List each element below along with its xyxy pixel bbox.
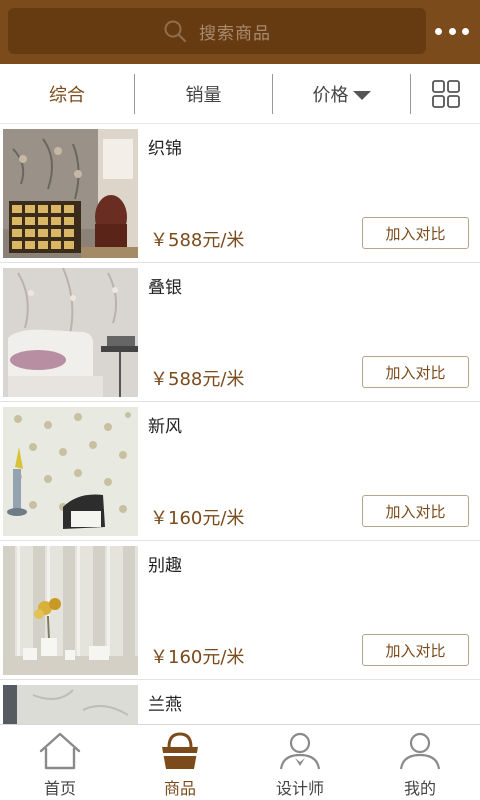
product-price: ￥160元/米	[150, 647, 245, 668]
product-name: 兰燕	[148, 695, 182, 715]
search-icon	[164, 20, 187, 43]
product-item[interactable]: 别趣 ￥160元/米 加入对比	[0, 541, 480, 680]
add-to-compare-button[interactable]: 加入对比	[362, 217, 469, 249]
tab-label: 我的	[403, 779, 436, 798]
product-item[interactable]: 叠银 ￥588元/米 加入对比	[0, 263, 480, 402]
sort-tab-comprehensive[interactable]: 综合	[0, 64, 134, 124]
more-dots-icon	[435, 27, 442, 35]
product-name: 叠银	[148, 278, 182, 298]
product-name: 别趣	[148, 556, 182, 576]
home-icon	[39, 732, 81, 770]
tab-home[interactable]: 首页	[0, 725, 120, 800]
tab-mine[interactable]: 我的	[360, 725, 480, 800]
search-placeholder: 搜索商品	[199, 23, 271, 44]
product-price: ￥588元/米	[150, 230, 245, 251]
tab-products[interactable]: 商品	[120, 725, 240, 800]
bottom-tab-bar: 首页 商品 设计师 我的	[0, 724, 480, 800]
tab-designer[interactable]: 设计师	[240, 725, 360, 800]
designer-icon	[279, 732, 321, 770]
product-name: 新风	[148, 417, 182, 437]
sort-tab-sales[interactable]: 销量	[135, 64, 272, 124]
add-to-compare-button[interactable]: 加入对比	[362, 634, 469, 666]
user-icon	[399, 732, 441, 770]
product-image	[3, 685, 138, 724]
tab-label: 首页	[43, 779, 76, 798]
top-bar: 搜索商品	[0, 0, 480, 64]
add-to-compare-button[interactable]: 加入对比	[362, 495, 469, 527]
product-item[interactable]: 兰燕	[0, 680, 480, 724]
grid-view-icon[interactable]	[432, 80, 460, 108]
product-item[interactable]: 新风 ￥160元/米 加入对比	[0, 402, 480, 541]
product-price: ￥588元/米	[150, 369, 245, 390]
product-list: 织锦 ￥588元/米 加入对比 叠银 ￥588元/米 加入对比 新风 ￥160元…	[0, 124, 480, 724]
product-image	[3, 268, 138, 397]
caret-down-icon	[352, 90, 371, 100]
tab-label: 商品	[163, 779, 196, 798]
basket-icon	[162, 732, 198, 769]
divider	[410, 74, 411, 114]
product-image	[3, 546, 138, 675]
search-box[interactable]: 搜索商品	[8, 8, 426, 54]
product-price: ￥160元/米	[150, 508, 245, 529]
add-to-compare-button[interactable]: 加入对比	[362, 356, 469, 388]
product-item[interactable]: 织锦 ￥588元/米 加入对比	[0, 124, 480, 263]
sort-bar: 综合 销量 价格	[0, 64, 480, 124]
product-image	[3, 129, 138, 258]
more-menu-button[interactable]	[432, 21, 472, 41]
tab-label: 设计师	[275, 779, 324, 798]
product-image	[3, 407, 138, 536]
product-name: 织锦	[148, 139, 182, 159]
sort-tab-price[interactable]: 价格	[273, 64, 410, 124]
